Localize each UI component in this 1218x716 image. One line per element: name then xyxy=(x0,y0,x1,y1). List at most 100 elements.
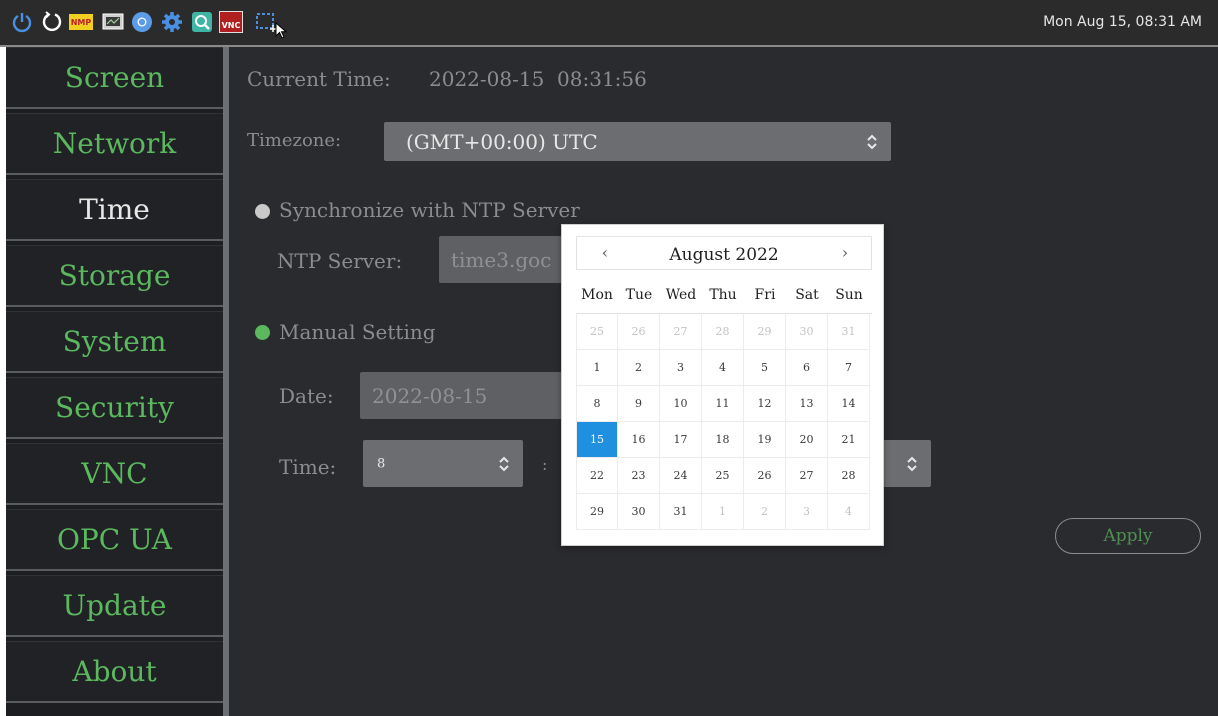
weekday-header: Mon xyxy=(581,287,613,303)
ntp-option-label: Synchronize with NTP Server xyxy=(279,198,580,222)
current-time-value: 2022-08-15 08:31:56 xyxy=(429,67,647,91)
calendar-day[interactable]: 29 xyxy=(744,314,786,350)
sidebar-item-network[interactable]: Network xyxy=(6,113,223,175)
calendar-header: ‹ August 2022 › xyxy=(576,236,872,270)
calendar-day[interactable]: 18 xyxy=(702,422,744,458)
nmp-icon[interactable]: NMP xyxy=(68,10,94,34)
weekday-header: Fri xyxy=(754,287,776,303)
calendar-day[interactable]: 23 xyxy=(618,458,660,494)
calendar-day[interactable]: 22 xyxy=(576,458,618,494)
timezone-value: (GMT+00:00) UTC xyxy=(406,129,598,154)
settings-icon[interactable] xyxy=(160,10,184,34)
time-label: Time: xyxy=(279,455,337,479)
calendar-day[interactable]: 12 xyxy=(744,386,786,422)
calendar-day[interactable]: 20 xyxy=(786,422,828,458)
calendar-day[interactable]: 26 xyxy=(618,314,660,350)
timezone-select[interactable]: (GMT+00:00) UTC xyxy=(384,122,891,161)
taskbar: NMP VNC Mon Aug 15, 08:31 AM xyxy=(0,0,1218,47)
chromium-icon[interactable] xyxy=(130,10,154,34)
calendar-day[interactable]: 4 xyxy=(828,494,870,530)
date-picker-popup: ‹ August 2022 › Mon Tue Wed Thu Fri Sat Sun 25… xyxy=(561,224,884,546)
sidebar-item-opc-ua[interactable]: OPC UA xyxy=(6,509,223,571)
restart-icon[interactable] xyxy=(40,10,64,34)
calendar-day[interactable]: 21 xyxy=(828,422,870,458)
sidebar-item-storage[interactable]: Storage xyxy=(6,245,223,307)
weekday-header: Sat xyxy=(795,287,819,303)
calendar-day[interactable]: 30 xyxy=(618,494,660,530)
calendar-day[interactable]: 25 xyxy=(702,458,744,494)
weekday-header: Thu xyxy=(709,287,737,303)
calendar-day[interactable]: 2 xyxy=(744,494,786,530)
calendar-day[interactable]: 31 xyxy=(660,494,702,530)
second-spin-icon[interactable] xyxy=(905,453,919,475)
calendar-day[interactable]: 31 xyxy=(828,314,870,350)
calendar-day[interactable]: 17 xyxy=(660,422,702,458)
timezone-label: Timezone: xyxy=(247,130,342,151)
sidebar-item-update[interactable]: Update xyxy=(6,575,223,637)
sidebar-item-about[interactable]: About xyxy=(6,641,223,703)
calendar-day[interactable]: 24 xyxy=(660,458,702,494)
sidebar-item-security[interactable]: Security xyxy=(6,377,223,439)
calendar-day[interactable]: 1 xyxy=(576,350,618,386)
calendar-day[interactable]: 3 xyxy=(786,494,828,530)
apply-button[interactable]: Apply xyxy=(1055,518,1201,554)
sidebar-item-time[interactable]: Time xyxy=(6,179,223,241)
calendar-day[interactable]: 28 xyxy=(828,458,870,494)
calendar-day[interactable]: 27 xyxy=(786,458,828,494)
sidebar-item-system[interactable]: System xyxy=(6,311,223,373)
calendar-day[interactable]: 29 xyxy=(576,494,618,530)
mouse-cursor-icon xyxy=(274,22,290,40)
sidebar-item-vnc[interactable]: VNC xyxy=(6,443,223,505)
vnc-text: VNC xyxy=(219,11,243,33)
calendar-day[interactable]: 7 xyxy=(828,350,870,386)
monitor-icon[interactable] xyxy=(101,10,125,34)
calendar-day[interactable]: 1 xyxy=(702,494,744,530)
ntp-server-input[interactable]: time3.goc xyxy=(439,236,579,283)
date-label: Date: xyxy=(279,384,334,408)
tightvnc-icon[interactable]: VNC xyxy=(218,10,244,34)
manual-option-label: Manual Setting xyxy=(279,320,436,344)
calendar-day[interactable]: 4 xyxy=(702,350,744,386)
power-icon[interactable] xyxy=(10,10,34,34)
calendar-day[interactable]: 27 xyxy=(660,314,702,350)
calendar-day[interactable]: 10 xyxy=(660,386,702,422)
hour-spin-icon[interactable] xyxy=(497,453,511,475)
nmp-text: NMP xyxy=(69,14,93,30)
settings-sidebar: Screen Network Time Storage System Secur… xyxy=(6,47,223,716)
ntp-server-label: NTP Server: xyxy=(277,249,403,273)
weekday-header: Sun xyxy=(835,287,863,303)
calendar-day[interactable]: 14 xyxy=(828,386,870,422)
taskbar-clock: Mon Aug 15, 08:31 AM xyxy=(1043,14,1202,30)
calendar-day[interactable]: 5 xyxy=(744,350,786,386)
date-value: 2022-08-15 xyxy=(372,383,488,408)
sidebar-item-screen[interactable]: Screen xyxy=(6,47,223,109)
calendar-day[interactable]: 6 xyxy=(786,350,828,386)
weekday-header: Tue xyxy=(625,287,653,303)
calendar-title: August 2022 xyxy=(669,245,779,265)
calendar-day[interactable]: 2 xyxy=(618,350,660,386)
calendar-day[interactable]: 11 xyxy=(702,386,744,422)
calendar-day[interactable]: 28 xyxy=(702,314,744,350)
calendar-day[interactable]: 25 xyxy=(576,314,618,350)
calendar-day[interactable]: 26 xyxy=(744,458,786,494)
ntp-server-value: time3.goc xyxy=(451,247,552,272)
calendar-day[interactable]: 8 xyxy=(576,386,618,422)
hour-value: 8 xyxy=(377,456,386,471)
manual-radio[interactable] xyxy=(255,325,270,340)
select-chevrons-icon xyxy=(867,134,877,149)
calendar-day[interactable]: 3 xyxy=(660,350,702,386)
weekday-header: Wed xyxy=(665,287,697,303)
time-separator: : xyxy=(542,455,548,474)
calendar-day[interactable]: 19 xyxy=(744,422,786,458)
calendar-day[interactable]: 16 xyxy=(618,422,660,458)
hour-spinbox[interactable]: 8 xyxy=(363,440,523,487)
calendar-day[interactable]: 30 xyxy=(786,314,828,350)
search-app-icon[interactable] xyxy=(190,10,214,34)
calendar-day-selected[interactable]: 15 xyxy=(576,422,618,458)
next-month-button[interactable]: › xyxy=(835,243,855,263)
current-time-label: Current Time: xyxy=(247,67,391,91)
calendar-day[interactable]: 13 xyxy=(786,386,828,422)
ntp-radio[interactable] xyxy=(255,204,270,219)
date-input[interactable]: 2022-08-15 xyxy=(360,372,570,419)
calendar-day[interactable]: 9 xyxy=(618,386,660,422)
